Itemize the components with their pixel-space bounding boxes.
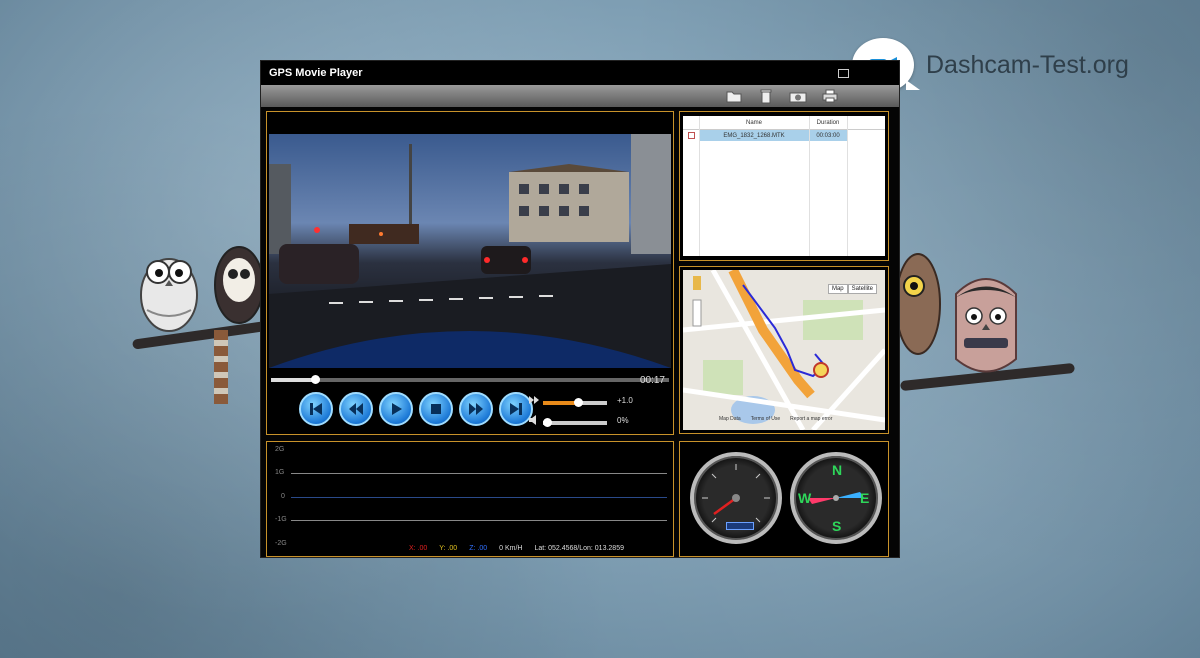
file-list-panel: Name Duration EMG_1832_1268.MTK 00:03:00 <box>679 111 889 261</box>
gps-movie-player-window: GPS Movie Player 00:17 +1.0 0% Name Dura… <box>260 60 900 558</box>
g-label-2g: 2G <box>275 446 285 453</box>
left-owl-white <box>140 258 198 332</box>
map-button[interactable]: Map <box>827 284 848 294</box>
header-check <box>683 116 699 129</box>
window-title: GPS Movie Player <box>269 67 363 79</box>
speed-knob[interactable] <box>574 398 583 407</box>
speed-display <box>726 522 754 530</box>
x-readout: X: .00 <box>409 545 428 552</box>
gauge-panel: N S E W <box>679 441 889 557</box>
g-gridline <box>291 473 667 474</box>
g-label-neg2g: -2G <box>275 540 287 547</box>
trash-icon[interactable] <box>757 88 775 104</box>
grid-line <box>699 116 700 256</box>
z-readout: Z: .00 <box>469 545 488 552</box>
g-gridline <box>291 520 667 521</box>
header-duration: Duration <box>816 119 840 126</box>
left-owl-dark <box>214 246 264 404</box>
first-button[interactable] <box>299 392 333 426</box>
grid-line <box>847 116 848 256</box>
map-data-link[interactable]: Map Data <box>719 416 741 422</box>
file-row[interactable]: EMG_1832_1268.MTK 00:03:00 <box>683 130 885 141</box>
g-label-neg1g: -1G <box>275 516 287 523</box>
video-frame[interactable] <box>269 134 671 368</box>
window-minimize-icon[interactable] <box>838 68 849 78</box>
y-readout: Y: .00 <box>439 545 458 552</box>
compass-icon: N S E W <box>790 452 882 544</box>
g-sensor-graph: 2G 1G 0 -1G -2G X: .00 Y: .00 Z: .00 0 K… <box>266 441 674 557</box>
file-checkbox-cell[interactable] <box>683 130 699 141</box>
right-owl-pink <box>954 278 1018 373</box>
compass-south: S <box>832 518 842 534</box>
speedometer-icon <box>690 452 782 544</box>
printer-icon[interactable] <box>821 88 839 104</box>
file-duration: 00:03:00 <box>809 130 847 141</box>
map-type-buttons: Map Satellite <box>827 284 877 294</box>
map-footer: Map Data Terms of Use Report a map error <box>719 416 832 422</box>
file-checkbox[interactable] <box>687 132 695 139</box>
sensor-readouts: X: .00 Y: .00 Z: .00 0 Km/H Lat: 052.456… <box>409 545 624 552</box>
g-zero-line <box>291 497 667 498</box>
volume-slider[interactable] <box>543 418 607 427</box>
satellite-button[interactable]: Satellite <box>847 284 877 294</box>
seek-fill <box>271 378 315 382</box>
toolbar <box>261 85 899 107</box>
compass-west: W <box>798 490 812 506</box>
speed-value: +1.0 <box>617 396 633 405</box>
camera-icon[interactable] <box>789 88 807 104</box>
file-name: EMG_1832_1268.MTK <box>699 130 809 141</box>
playback-controls <box>299 392 533 426</box>
file-list-header: Name Duration <box>683 116 885 130</box>
speed-slider[interactable] <box>543 398 607 407</box>
map-panel: Map Satellite Map Data Terms of Use Repo… <box>679 266 889 434</box>
terms-link[interactable]: Terms of Use <box>751 416 780 422</box>
fast-forward-button[interactable] <box>459 392 493 426</box>
header-name: Name <box>745 119 762 126</box>
g-label-1g: 1G <box>275 469 285 476</box>
right-owl-brown <box>898 253 941 355</box>
video-panel: 00:17 +1.0 0% <box>266 111 674 435</box>
g-label-0: 0 <box>281 493 285 500</box>
speed-volume-sliders: +1.0 0% <box>529 395 669 435</box>
speed-icon <box>529 396 539 404</box>
grid-line <box>809 116 810 256</box>
latlon-readout: Lat: 052.4568/Lon: 013.2859 <box>534 545 624 552</box>
volume-slider-row: 0% <box>529 415 669 435</box>
last-button[interactable] <box>499 392 533 426</box>
map-view[interactable]: Map Satellite Map Data Terms of Use Repo… <box>683 270 885 430</box>
volume-icon <box>529 415 536 425</box>
volume-knob[interactable] <box>543 418 552 427</box>
folder-icon[interactable] <box>725 88 743 104</box>
report-error-link[interactable]: Report a map error <box>790 416 832 422</box>
seek-knob[interactable] <box>311 375 320 384</box>
speed-slider-row: +1.0 <box>529 395 669 415</box>
compass-east: E <box>860 490 870 506</box>
speed-fill <box>543 401 578 405</box>
stop-button[interactable] <box>419 392 453 426</box>
play-button[interactable] <box>379 392 413 426</box>
rewind-button[interactable] <box>339 392 373 426</box>
title-bar: GPS Movie Player <box>261 61 899 85</box>
speed-readout: 0 Km/H <box>499 545 523 552</box>
playback-time: 00:17 <box>639 375 665 386</box>
volume-value: 0% <box>617 416 629 425</box>
seek-bar[interactable] <box>271 375 669 384</box>
compass-north: N <box>832 462 843 478</box>
file-list: Name Duration EMG_1832_1268.MTK 00:03:00 <box>683 116 885 256</box>
brand-text: Dashcam-Test.org <box>926 50 1129 79</box>
